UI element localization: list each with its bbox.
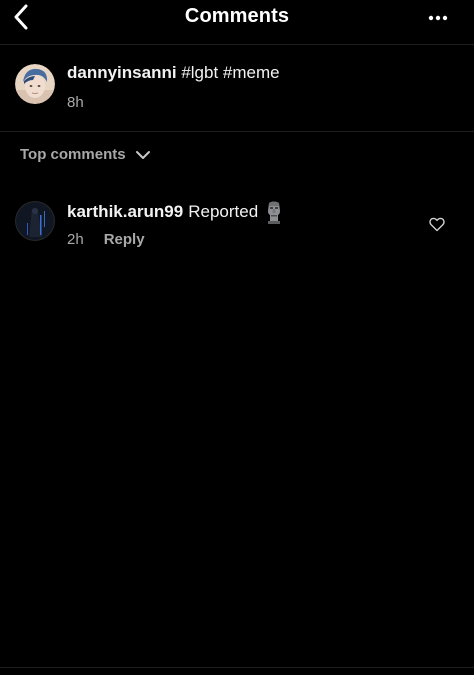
avatar[interactable] <box>15 201 55 241</box>
comment-timestamp: 2h <box>67 231 84 248</box>
comment-item: karthik.arun99 Reported 2h Reply <box>0 196 474 256</box>
caption-username[interactable]: dannyinsanni <box>67 63 177 82</box>
page-title: Comments <box>184 5 290 27</box>
more-options-button[interactable] <box>424 8 452 28</box>
more-horizontal-icon <box>428 15 448 21</box>
comment-text: Reported <box>188 202 259 221</box>
avatar[interactable] <box>15 64 55 104</box>
sort-label: Top comments <box>20 146 126 163</box>
like-button[interactable] <box>428 215 446 233</box>
chevron-down-icon <box>135 150 151 160</box>
divider <box>0 667 474 668</box>
heart-outline-icon <box>429 217 445 232</box>
reply-button[interactable]: Reply <box>104 231 145 248</box>
caption-timestamp: 8h <box>67 94 84 111</box>
top-bar: Comments <box>0 0 474 45</box>
moai-emoji-icon <box>265 200 283 224</box>
post-caption: dannyinsanni #lgbt #meme 8h <box>0 45 474 132</box>
sort-comments-dropdown[interactable]: Top comments <box>20 146 151 163</box>
caption-text: #lgbt #meme <box>181 63 280 82</box>
comment-username[interactable]: karthik.arun99 <box>67 202 183 222</box>
